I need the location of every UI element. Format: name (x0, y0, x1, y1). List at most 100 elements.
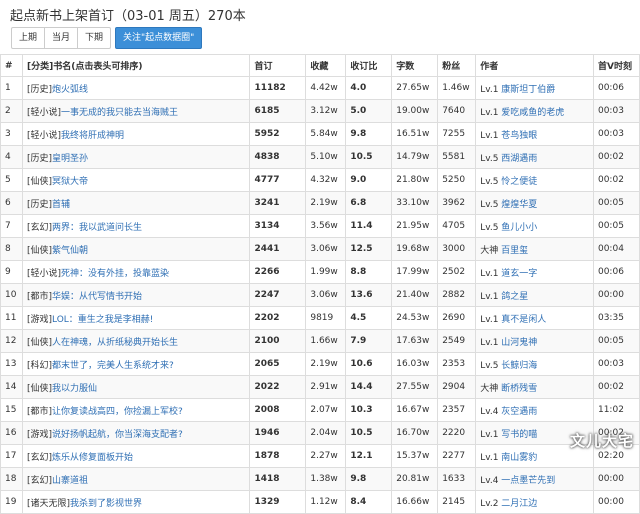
author-level: Lv.1 (480, 338, 498, 348)
rank-cell: 6 (1, 192, 23, 215)
table-row: 8[仙侠]紫气仙朝24413.06w12.519.68w3000大神 百里玺00… (1, 238, 640, 261)
fans-cell: 1.46w (438, 77, 476, 100)
favorites-cell: 2.91w (306, 376, 346, 399)
col-header-fans[interactable]: 粉丝 (438, 55, 476, 77)
author-link[interactable]: 一点墨芒先到 (501, 476, 555, 486)
author-link[interactable]: 鱼儿小小 (501, 223, 537, 233)
favorites-cell: 5.10w (306, 146, 346, 169)
book-link[interactable]: 首辅 (52, 200, 70, 210)
book-link[interactable]: 冥狱大帝 (52, 177, 88, 187)
col-header-rank[interactable]: # (1, 55, 23, 77)
table-row: 16[游戏]说好扬帆起航，你当深海支配者?19462.04w10.516.70w… (1, 422, 640, 445)
book-link[interactable]: 两界：我以武道问长生 (52, 223, 142, 233)
author-link[interactable]: 百里玺 (501, 246, 528, 256)
author-level: Lv.5 (480, 223, 498, 233)
toolbar: 上期 当月 下期 关注"起点数据圈" (0, 26, 640, 50)
vip-time-cell: 11:02 (593, 399, 639, 422)
author-link[interactable]: 道玄一字 (501, 269, 537, 279)
author-level: Lv.1 (480, 315, 498, 325)
book-link[interactable]: 都末世了，完美人生系统才来? (52, 361, 174, 371)
col-header-favorites[interactable]: 收藏 (306, 55, 346, 77)
book-link[interactable]: 山寨道祖 (52, 476, 88, 486)
rank-cell: 4 (1, 146, 23, 169)
author-link[interactable]: 断桥残雪 (501, 384, 537, 394)
col-header-words[interactable]: 字数 (392, 55, 438, 77)
ratio-cell: 12.1 (346, 445, 392, 468)
table-row: 6[历史]首辅32412.19w6.833.10w3962Lv.5 煌煌华夏00… (1, 192, 640, 215)
book-link[interactable]: 一事无成的我只能去当海贼王 (61, 108, 178, 118)
prev-period-button[interactable]: 上期 (11, 27, 45, 49)
category-tag: [轻小说] (27, 131, 61, 141)
col-header-first-orders[interactable]: 首订 (250, 55, 306, 77)
first-orders-cell: 1946 (250, 422, 306, 445)
words-cell: 16.70w (392, 422, 438, 445)
ratio-cell: 8.4 (346, 491, 392, 514)
favorites-cell: 3.56w (306, 215, 346, 238)
next-period-button[interactable]: 下期 (77, 27, 111, 49)
first-orders-cell: 3241 (250, 192, 306, 215)
author-level: Lv.5 (480, 361, 498, 371)
author-link[interactable]: 怜之便徒 (501, 177, 537, 187)
rank-cell: 16 (1, 422, 23, 445)
current-month-button[interactable]: 当月 (44, 27, 78, 49)
author-link[interactable]: 鸽之星 (501, 292, 528, 302)
ratio-cell: 10.5 (346, 422, 392, 445)
ratio-cell: 13.6 (346, 284, 392, 307)
table-row: 13[科幻]都末世了，完美人生系统才来?20652.19w10.616.03w2… (1, 353, 640, 376)
author-link[interactable]: 写书的喵 (501, 430, 537, 440)
rank-cell: 13 (1, 353, 23, 376)
author-link[interactable]: 苍鸟独眼 (501, 131, 537, 141)
col-header-vip-time[interactable]: 首V时刻 (593, 55, 639, 77)
col-header-ratio[interactable]: 收订比 (346, 55, 392, 77)
words-cell: 16.67w (392, 399, 438, 422)
col-header-author[interactable]: 作者 (476, 55, 594, 77)
book-link[interactable]: 紫气仙朝 (52, 246, 88, 256)
book-link[interactable]: 人在神魂，从折纸秘典开始长生 (52, 338, 178, 348)
book-link[interactable]: 我终将肝成神明 (61, 131, 124, 141)
author-link[interactable]: 二月江边 (501, 499, 537, 509)
vip-time-cell: 00:00 (593, 284, 639, 307)
author-level: Lv.5 (480, 177, 498, 187)
rank-cell: 11 (1, 307, 23, 330)
title-cell: [历史]首辅 (22, 192, 250, 215)
author-link[interactable]: 南山雾豹 (501, 453, 537, 463)
author-link[interactable]: 灰空遇雨 (501, 407, 537, 417)
first-orders-cell: 2441 (250, 238, 306, 261)
book-link[interactable]: 皇明圣孙 (52, 154, 88, 164)
words-cell: 16.66w (392, 491, 438, 514)
book-link[interactable]: LOL：重生之我是李相赫! (52, 315, 153, 325)
author-link[interactable]: 真不是闲人 (501, 315, 546, 325)
rank-cell: 9 (1, 261, 23, 284)
author-link[interactable]: 山河鬼神 (501, 338, 537, 348)
book-link[interactable]: 我杀到了影视世界 (70, 499, 142, 509)
favorites-cell: 9819 (306, 307, 346, 330)
author-link[interactable]: 康斯坦丁伯爵 (501, 85, 555, 95)
ratio-cell: 6.8 (346, 192, 392, 215)
vip-time-cell: 00:04 (593, 238, 639, 261)
author-link[interactable]: 西湖遇雨 (501, 154, 537, 164)
book-link[interactable]: 华娱：从代写情书开始 (52, 292, 142, 302)
title-cell: [玄幻]两界：我以武道问长生 (22, 215, 250, 238)
author-link[interactable]: 爱吃咸鱼的老虎 (501, 108, 564, 118)
book-link[interactable]: 我以力服仙 (52, 384, 97, 394)
follow-button[interactable]: 关注"起点数据圈" (115, 27, 202, 49)
author-cell: 大神 断桥残雪 (476, 376, 594, 399)
title-cell: [都市]华娱：从代写情书开始 (22, 284, 250, 307)
author-link[interactable]: 煌煌华夏 (501, 200, 537, 210)
rank-cell: 10 (1, 284, 23, 307)
author-link[interactable]: 长鲸归海 (501, 361, 537, 371)
ratio-cell: 10.5 (346, 146, 392, 169)
book-link[interactable]: 炮火弧线 (52, 85, 88, 95)
words-cell: 27.55w (392, 376, 438, 399)
book-link[interactable]: 炼乐从修复面板开始 (52, 453, 133, 463)
col-header-title[interactable]: [分类]书名(点击表头可排序) (22, 55, 250, 77)
title-cell: [轻小说]死神：没有外挂，投靠蓝染 (22, 261, 250, 284)
author-cell: Lv.1 鸽之星 (476, 284, 594, 307)
fans-cell: 2277 (438, 445, 476, 468)
category-tag: [游戏] (27, 315, 52, 325)
book-link[interactable]: 死神：没有外挂，投靠蓝染 (61, 269, 169, 279)
author-level: Lv.1 (480, 292, 498, 302)
category-tag: [历史] (27, 85, 52, 95)
book-link[interactable]: 说好扬帆起航，你当深海支配者? (52, 430, 183, 440)
book-link[interactable]: 让你复读战高四，你捡漏上军校? (52, 407, 183, 417)
